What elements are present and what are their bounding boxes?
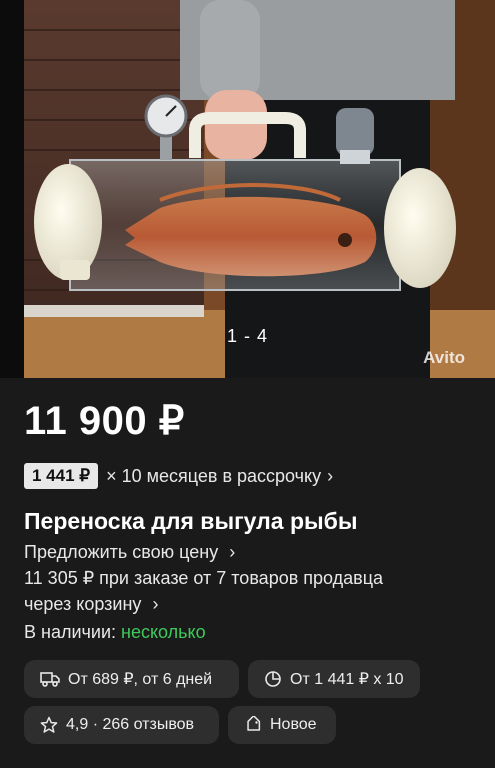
avito-watermark: Avito: [423, 348, 465, 367]
installment-badge: 1 441 ₽: [24, 463, 99, 489]
pie-chart-icon: [265, 671, 281, 687]
star-icon: [40, 716, 58, 733]
chevron-right-icon: ›: [229, 542, 236, 562]
chevron-right-icon: ›: [327, 465, 334, 486]
product-price: 11 900 ₽: [24, 399, 185, 443]
installment-chip[interactable]: От 1 441 ₽ x 10: [248, 660, 420, 698]
image-counter: 1 - 4: [226, 326, 269, 346]
condition-chip[interactable]: Новое: [228, 706, 336, 744]
product-title: Переноска для выгула рыбы: [24, 508, 358, 534]
product-photo[interactable]: 1 - 4 Avito: [0, 0, 495, 378]
installment-chip-label: От 1 441 ₽ x 10: [290, 671, 404, 688]
availability-label: В наличии:: [24, 622, 117, 642]
propose-price-link[interactable]: Предложить свою цену ›: [24, 542, 235, 563]
installment-text: × 10 месяцев в рассрочку: [106, 465, 322, 486]
availability-value: несколько: [121, 622, 206, 642]
bulk-offer-link[interactable]: через корзину ›: [24, 594, 158, 615]
rating-chip-label: 4,9 · 266 отзывов: [66, 716, 195, 733]
condition-chip-label: Новое: [270, 716, 317, 733]
chevron-right-icon: ›: [152, 594, 159, 614]
propose-price-label: Предложить свою цену: [24, 542, 219, 562]
truck-icon: [40, 672, 60, 687]
rating-chip[interactable]: 4,9 · 266 отзывов: [24, 706, 219, 744]
product-image: [0, 0, 495, 378]
delivery-chip[interactable]: От 689 ₽, от 6 дней: [24, 660, 239, 698]
bulk-offer-line1[interactable]: 11 305 ₽ при заказе от 7 товаров продавц…: [24, 568, 383, 589]
installment-link[interactable]: 1 441 ₽ × 10 месяцев в рассрочку ›: [24, 461, 333, 491]
delivery-chip-label: От 689 ₽, от 6 дней: [68, 671, 213, 688]
availability: В наличии: несколько: [24, 622, 206, 643]
tag-icon: [247, 716, 261, 731]
bulk-offer-line2: через корзину: [24, 594, 142, 614]
